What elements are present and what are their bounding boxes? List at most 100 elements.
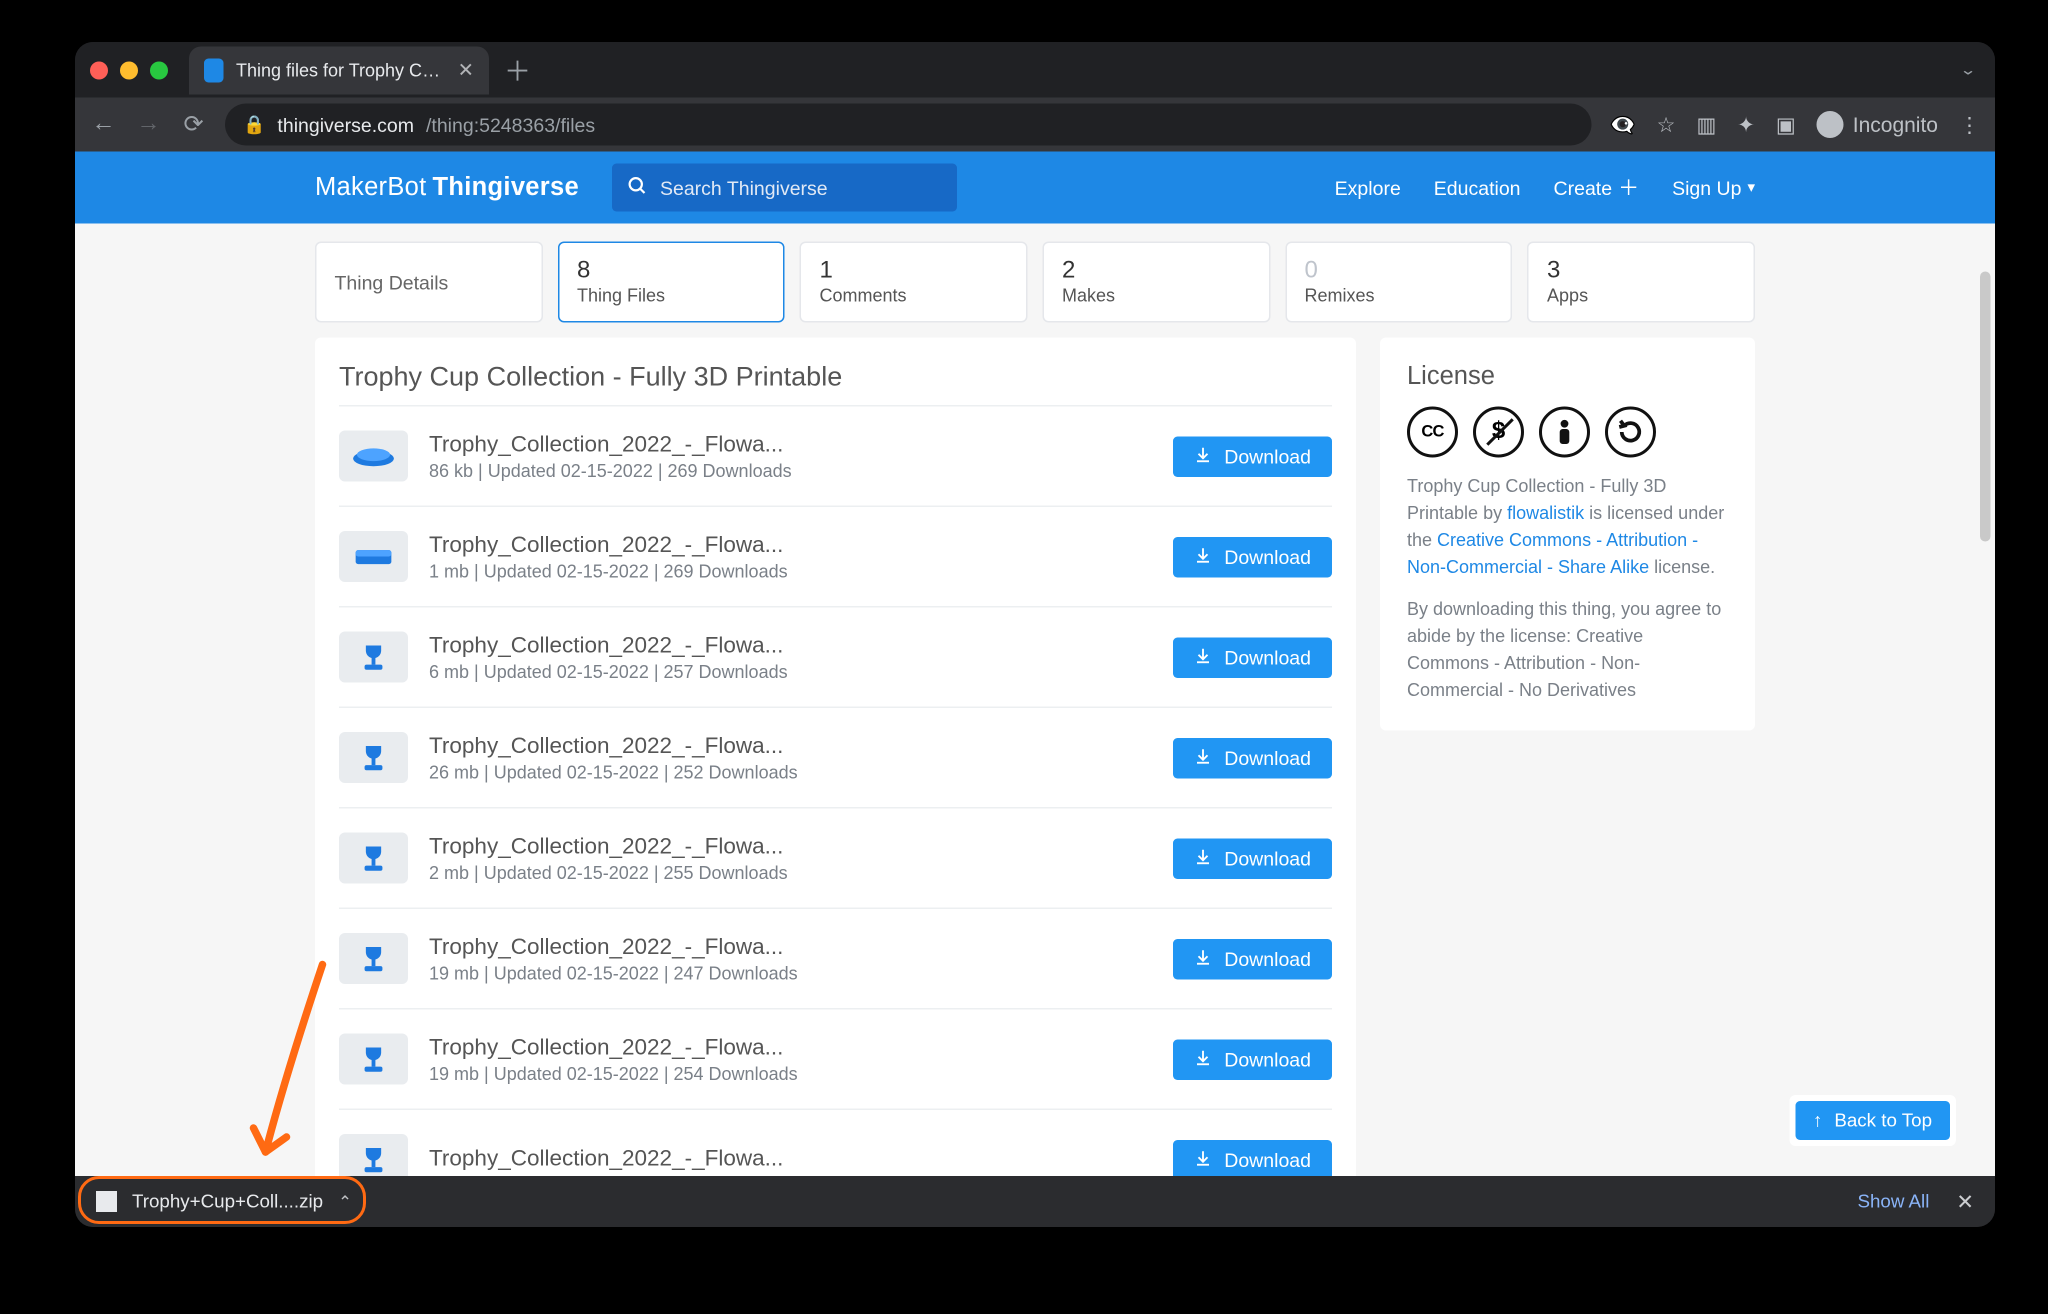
file-name: Trophy_Collection_2022_-_Flowa...: [429, 1145, 1152, 1171]
file-text: Trophy_Collection_2022_-_Flowa...1 mb | …: [429, 532, 1152, 582]
license-text: Trophy Cup Collection - Fully 3D Printab…: [1407, 473, 1728, 704]
nav-back-button[interactable]: ←: [90, 111, 117, 138]
file-meta: 19 mb | Updated 02-15-2022 | 254 Downloa…: [429, 1063, 1152, 1084]
file-icon: [96, 1191, 117, 1212]
scrollbar[interactable]: [1980, 272, 1991, 542]
files-panel: Trophy Cup Collection - Fully 3D Printab…: [315, 338, 1356, 1177]
download-label: Download: [1224, 445, 1311, 468]
download-button[interactable]: Download: [1173, 436, 1332, 477]
cc-icon: CC: [1407, 407, 1458, 458]
main-area: Trophy Cup Collection - Fully 3D Printab…: [315, 338, 1755, 1177]
file-text: Trophy_Collection_2022_-_Flowa...19 mb |…: [429, 1034, 1152, 1084]
file-row: Trophy_Collection_2022_-_Flowa...19 mb |…: [339, 908, 1332, 1009]
cc-by-icon: [1539, 407, 1590, 458]
file-meta: 19 mb | Updated 02-15-2022 | 247 Downloa…: [429, 962, 1152, 983]
tab-title: Thing files for Trophy Cup Colle: [236, 59, 446, 80]
file-text: Trophy_Collection_2022_-_Flowa... 6 mb | …: [429, 632, 1152, 682]
file-meta: 1 mb | Updated 02-15-2022 | 269 Download…: [429, 560, 1152, 581]
cc-nc-icon: $: [1473, 407, 1524, 458]
bookmark-star-icon[interactable]: ☆: [1657, 112, 1676, 138]
tab-overflow-icon[interactable]: ⌄: [1959, 61, 1977, 79]
page-viewport: MakerBotThingiverse Explore Education Cr…: [75, 152, 1995, 1177]
file-name: Trophy_Collection_2022_-_Flowa...: [429, 632, 1152, 658]
site-header: MakerBotThingiverse Explore Education Cr…: [75, 152, 1995, 224]
show-all-downloads[interactable]: Show All: [1857, 1191, 1929, 1212]
chevron-up-icon[interactable]: ⌃: [338, 1192, 352, 1212]
download-label: Download: [1224, 746, 1311, 769]
favicon-icon: [204, 58, 224, 82]
kebab-menu-icon[interactable]: ⋮: [1959, 112, 1980, 138]
eye-off-icon[interactable]: 👁️‍🗨️: [1609, 112, 1635, 138]
download-button[interactable]: Download: [1173, 737, 1332, 778]
file-row: Trophy_Collection_2022_-_Flowa...19 mb |…: [339, 1008, 1332, 1109]
nav-create[interactable]: Create＋: [1554, 173, 1640, 203]
file-name: Trophy_Collection_2022_-_Flowa...: [429, 431, 1152, 457]
file-meta: 2 mb | Updated 02-15-2022 | 255 Download…: [429, 862, 1152, 883]
close-shelf-icon[interactable]: ✕: [1956, 1189, 1974, 1215]
file-text: Trophy_Collection_2022_-_Flowa...2 mb | …: [429, 833, 1152, 883]
file-text: Trophy_Collection_2022_-_Flowa...19 mb |…: [429, 934, 1152, 984]
lock-icon: 🔒: [243, 114, 265, 135]
url-host: thingiverse.com: [277, 113, 414, 136]
file-thumbnail: [339, 833, 408, 884]
download-arrow-icon: [1194, 1148, 1212, 1171]
arrow-up-icon: ↑: [1813, 1110, 1822, 1131]
download-button[interactable]: Download: [1173, 1139, 1332, 1176]
license-card: License CC $: [1380, 338, 1755, 731]
file-meta: 6 mb | Updated 02-15-2022 | 257 Download…: [429, 661, 1152, 682]
header-nav: Explore Education Create＋ Sign Up▾: [1335, 173, 1755, 203]
browser-tab[interactable]: Thing files for Trophy Cup Colle ✕: [189, 46, 489, 94]
new-tab-button[interactable]: ＋: [504, 50, 531, 89]
file-row: Trophy_Collection_2022_-_Flowa...1 mb | …: [339, 506, 1332, 607]
back-to-top-button[interactable]: ↑ Back to Top: [1795, 1101, 1950, 1140]
search-box[interactable]: [612, 164, 957, 212]
tab-remixes[interactable]: 0 Remixes: [1285, 242, 1513, 323]
download-button[interactable]: Download: [1173, 838, 1332, 879]
thing-tabs: Thing Details 8 Thing Files 1 Comments 2…: [315, 224, 1755, 338]
file-meta: 26 mb | Updated 02-15-2022 | 252 Downloa…: [429, 761, 1152, 782]
nav-education[interactable]: Education: [1434, 176, 1521, 199]
file-name: Trophy_Collection_2022_-_Flowa...: [429, 532, 1152, 558]
download-shelf: Trophy+Cup+Coll....zip ⌃ Show All ✕: [75, 1176, 1995, 1227]
window-maximize-button[interactable]: [150, 61, 168, 79]
tab-thing-details[interactable]: Thing Details: [315, 242, 543, 323]
nav-explore[interactable]: Explore: [1335, 176, 1401, 199]
shield-icon[interactable]: ▥: [1696, 112, 1716, 138]
download-button[interactable]: Download: [1173, 637, 1332, 678]
cc-icons: CC $: [1407, 407, 1728, 458]
window-close-button[interactable]: [90, 61, 108, 79]
download-label: Download: [1224, 1048, 1311, 1071]
download-label: Download: [1224, 847, 1311, 870]
download-label: Download: [1224, 545, 1311, 568]
tab-close-icon[interactable]: ✕: [458, 58, 474, 82]
window-minimize-button[interactable]: [120, 61, 138, 79]
incognito-mask-icon: [1817, 111, 1844, 138]
download-button[interactable]: Download: [1173, 536, 1332, 577]
tab-thing-files[interactable]: 8 Thing Files: [558, 242, 786, 323]
download-label: Download: [1224, 947, 1311, 970]
search-icon: [627, 175, 648, 201]
file-thumbnail: [339, 933, 408, 984]
chevron-down-icon: ▾: [1747, 179, 1755, 196]
tab-comments[interactable]: 1 Comments: [800, 242, 1028, 323]
file-thumbnail: [339, 732, 408, 783]
tab-apps[interactable]: 3 Apps: [1528, 242, 1756, 323]
nav-forward-button[interactable]: →: [135, 111, 162, 138]
extensions-icon[interactable]: ✦: [1737, 112, 1755, 138]
download-button[interactable]: Download: [1173, 1039, 1332, 1080]
download-arrow-icon: [1194, 1048, 1212, 1071]
nav-signup[interactable]: Sign Up▾: [1672, 176, 1755, 199]
search-input[interactable]: [660, 176, 942, 199]
nav-reload-button[interactable]: ⟳: [180, 110, 207, 140]
address-bar[interactable]: 🔒 thingiverse.com/thing:5248363/files: [225, 104, 1591, 146]
tab-makes[interactable]: 2 Makes: [1043, 242, 1271, 323]
toolbar-right-icons: 👁️‍🗨️ ☆ ▥ ✦ ▣ Incognito ⋮: [1609, 111, 1980, 138]
brand-logo[interactable]: MakerBotThingiverse: [315, 173, 579, 203]
author-link[interactable]: flowalistik: [1507, 503, 1584, 524]
download-chip[interactable]: Trophy+Cup+Coll....zip ⌃: [75, 1176, 373, 1227]
download-filename: Trophy+Cup+Coll....zip: [132, 1191, 323, 1212]
brand-maker: MakerBot: [315, 173, 427, 202]
incognito-chip[interactable]: Incognito: [1817, 111, 1938, 138]
download-button[interactable]: Download: [1173, 938, 1332, 979]
panel-icon[interactable]: ▣: [1776, 112, 1796, 138]
